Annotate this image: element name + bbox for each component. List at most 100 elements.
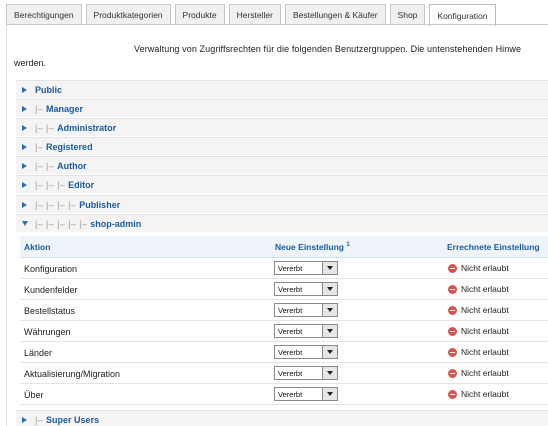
select-value: Vererbt (278, 305, 303, 315)
group-name: Author (57, 160, 87, 171)
action-label: Währungen (24, 327, 71, 337)
tree-indent: |– |– |– (35, 179, 69, 190)
permission-row: Währungen Vererbt Nicht erlaubt (20, 321, 548, 342)
group-name: shop-admin (90, 218, 142, 229)
calculated-label: Nicht erlaubt (461, 368, 509, 378)
action-label: Bestellstatus (24, 306, 76, 316)
chevron-down-icon (322, 325, 337, 337)
select-value: Vererbt (278, 347, 303, 357)
permission-row: Bestellstatus Vererbt Nicht erlaubt (20, 300, 548, 321)
group-name: Registered (46, 141, 93, 152)
permissions-header: Aktion Neue Einstellung 1 Errechnete Ein… (20, 236, 548, 258)
calculated-setting: Nicht erlaubt (448, 305, 509, 315)
permission-row: Aktualisierung/Migration Vererbt Nicht e… (20, 363, 548, 384)
tab-divider (6, 24, 548, 25)
select-value: Vererbt (278, 389, 303, 399)
panel-left-border (6, 24, 7, 426)
calculated-label: Nicht erlaubt (461, 305, 509, 315)
tab-bar: Berechtigungen Produktkategorien Produkt… (6, 4, 548, 26)
calculated-setting: Nicht erlaubt (448, 263, 509, 273)
group-name: Publisher (79, 199, 121, 210)
permission-row: Über Vererbt Nicht erlaubt (20, 384, 548, 405)
setting-select[interactable]: Vererbt (274, 261, 338, 275)
no-entry-icon (448, 284, 457, 294)
no-entry-icon (448, 326, 457, 336)
group-row-author[interactable]: |– |– Author (16, 156, 548, 174)
tree-indent: |– |– |– |– |– (35, 218, 91, 229)
setting-select[interactable]: Vererbt (274, 324, 338, 338)
action-label: Länder (24, 348, 53, 358)
no-entry-icon (448, 368, 457, 378)
tab-produkte[interactable]: Produkte (174, 4, 225, 25)
chevron-down-icon (322, 346, 337, 358)
calculated-label: Nicht erlaubt (461, 326, 509, 336)
permission-row: Länder Vererbt Nicht erlaubt (20, 342, 548, 363)
chevron-down-icon (322, 388, 337, 400)
setting-select[interactable]: Vererbt (274, 303, 338, 317)
description-line-2: werden. (14, 58, 47, 68)
chevron-down-icon (322, 304, 337, 316)
triangle-right-icon (22, 86, 27, 93)
calculated-label: Nicht erlaubt (461, 263, 509, 273)
action-label: Kundenfelder (24, 285, 78, 295)
triangle-right-icon (22, 162, 27, 169)
calculated-setting: Nicht erlaubt (448, 368, 509, 378)
triangle-right-icon (22, 181, 27, 188)
chevron-down-icon (322, 262, 337, 274)
triangle-down-icon (22, 221, 28, 226)
permission-row: Konfiguration Vererbt Nicht erlaubt (20, 258, 548, 279)
tree-indent: |– (35, 141, 47, 152)
permissions-panel: Aktion Neue Einstellung 1 Errechnete Ein… (20, 236, 548, 407)
tab-produktkategorien[interactable]: Produktkategorien (85, 4, 171, 25)
group-row-registered[interactable]: |– Registered (16, 137, 548, 155)
group-row-shop-admin[interactable]: |– |– |– |– |– shop-admin (16, 214, 548, 232)
select-value: Vererbt (278, 326, 303, 336)
action-label: Aktualisierung/Migration (24, 369, 121, 379)
group-row-super-users[interactable]: |– Super Users (16, 410, 548, 426)
tree-indent: |– |– (35, 160, 58, 171)
setting-select[interactable]: Vererbt (274, 282, 338, 296)
setting-select[interactable]: Vererbt (274, 387, 338, 401)
no-entry-icon (448, 389, 457, 399)
chevron-down-icon (322, 367, 337, 379)
group-row-administrator[interactable]: |– |– Administrator (16, 118, 548, 136)
no-entry-icon (448, 347, 457, 357)
calculated-label: Nicht erlaubt (461, 284, 509, 294)
group-name: Editor (68, 179, 95, 190)
group-row-editor[interactable]: |– |– |– Editor (16, 175, 548, 193)
tab-konfiguration[interactable]: Konfiguration (429, 4, 496, 26)
group-name: Super Users (46, 414, 100, 425)
setting-select[interactable]: Vererbt (274, 345, 338, 359)
triangle-right-icon (22, 105, 27, 112)
action-label: Über (24, 390, 44, 400)
footnote-marker: 1 (346, 242, 350, 249)
group-row-publisher[interactable]: |– |– |– |– Publisher (16, 195, 548, 213)
tree-indent: |– (35, 414, 47, 425)
header-action: Aktion (24, 242, 51, 252)
tree-indent: |– |– |– |– (35, 199, 80, 210)
triangle-right-icon (22, 201, 27, 208)
tree-indent: |– |– (35, 122, 58, 133)
tab-bestellungen-kaeufer[interactable]: Bestellungen & Käufer (284, 4, 386, 25)
header-new-setting-label: Neue Einstellung (275, 242, 344, 252)
tab-hersteller[interactable]: Hersteller (228, 4, 281, 25)
description-line-1: Verwaltung von Zugriffsrechten für die f… (134, 44, 522, 54)
group-name: Public (35, 84, 63, 95)
triangle-right-icon (22, 416, 27, 423)
calculated-label: Nicht erlaubt (461, 347, 509, 357)
calculated-setting: Nicht erlaubt (448, 389, 509, 399)
permission-row: Kundenfelder Vererbt Nicht erlaubt (20, 279, 548, 300)
action-label: Konfiguration (24, 264, 78, 274)
group-row-manager[interactable]: |– Manager (16, 99, 548, 117)
header-calculated: Errechnete Einstellung (447, 242, 540, 252)
no-entry-icon (448, 305, 457, 315)
group-name: Administrator (57, 122, 117, 133)
setting-select[interactable]: Vererbt (274, 366, 338, 380)
select-value: Vererbt (278, 263, 303, 273)
group-row-public[interactable]: Public (16, 80, 548, 98)
calculated-label: Nicht erlaubt (461, 389, 509, 399)
select-value: Vererbt (278, 368, 303, 378)
calculated-setting: Nicht erlaubt (448, 326, 509, 336)
tab-berechtigungen[interactable]: Berechtigungen (6, 4, 82, 25)
tab-shop[interactable]: Shop (389, 4, 426, 25)
